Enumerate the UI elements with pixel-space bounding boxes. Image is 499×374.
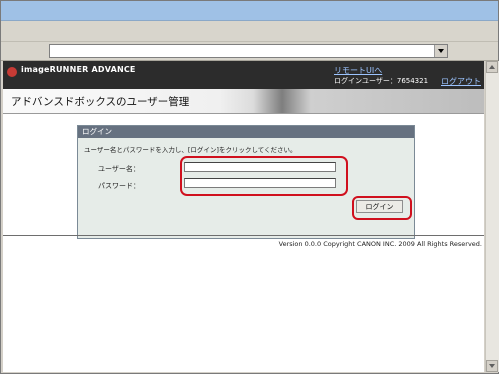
divider xyxy=(3,235,484,236)
username-label: ユーザー名： xyxy=(98,165,140,173)
login-user-label: ログインユーザー：7654321 xyxy=(334,77,429,85)
login-button-highlight-outline xyxy=(352,196,412,220)
page-header: アドバンスドボックスのユーザー管理 xyxy=(3,89,484,114)
login-panel: ログイン ユーザー名とパスワードを入力し、[ログイン]をクリックしてください。 … xyxy=(77,125,415,239)
password-label: パスワード： xyxy=(98,182,140,190)
brand-logo-text: imageRUNNER ADVANCE xyxy=(21,65,136,74)
address-bar xyxy=(1,42,498,61)
page-viewport: imageRUNNER ADVANCE リモートUIへ ログインユーザー：765… xyxy=(3,61,484,372)
title-bar xyxy=(1,1,498,21)
login-panel-heading: ログイン xyxy=(78,126,414,138)
browser-window: imageRUNNER ADVANCE リモートUIへ ログインユーザー：765… xyxy=(0,0,499,374)
chevron-down-icon xyxy=(438,49,444,53)
vertical-scrollbar[interactable] xyxy=(485,61,499,372)
scroll-up-button[interactable] xyxy=(486,61,498,73)
arrow-down-icon xyxy=(489,364,495,368)
address-dropdown-button[interactable] xyxy=(434,45,447,57)
login-instruction: ユーザー名とパスワードを入力し、[ログイン]をクリックしてください。 xyxy=(84,146,297,154)
canon-logo-icon xyxy=(7,67,17,77)
page-title: アドバンスドボックスのユーザー管理 xyxy=(11,96,190,108)
fields-highlight-outline xyxy=(180,156,348,196)
top-bar: imageRUNNER ADVANCE リモートUIへ ログインユーザー：765… xyxy=(3,61,484,89)
menu-bar xyxy=(1,21,498,42)
copyright-footer: Version 0.0.0 Copyright CANON INC. 2009 … xyxy=(278,240,482,248)
arrow-up-icon xyxy=(489,65,495,69)
address-input[interactable] xyxy=(49,44,448,58)
scroll-down-button[interactable] xyxy=(486,360,498,372)
remote-ui-link[interactable]: リモートUIへ xyxy=(334,65,382,76)
logout-link[interactable]: ログアウト xyxy=(441,76,481,87)
